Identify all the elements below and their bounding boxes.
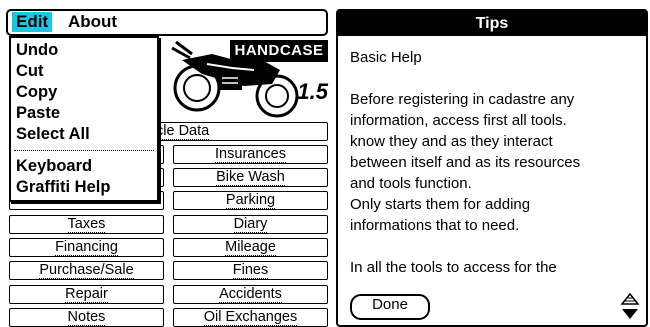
menu-item-cut[interactable]: Cut — [16, 61, 44, 82]
version-label: 1.5 — [297, 79, 328, 104]
menu-item-undo[interactable]: Undo — [16, 40, 58, 61]
dialog-title: Tips — [338, 11, 646, 36]
fines-button[interactable]: Fines — [173, 261, 328, 280]
scroll-arrows-icon[interactable] — [620, 293, 640, 321]
brand-label: HANDCASE — [230, 40, 328, 62]
tips-line: In all the tools to access for the — [350, 259, 557, 276]
menu-item-select-all[interactable]: Select All — [16, 124, 90, 145]
accidents-button[interactable]: Accidents — [173, 285, 328, 304]
tips-line: between itself and as its resources — [350, 154, 581, 171]
tips-dialog: Tips Basic Help Before registering in ca… — [336, 9, 648, 327]
parking-button[interactable]: Parking — [173, 191, 328, 210]
menu-item-copy[interactable]: Copy — [16, 82, 57, 103]
edit-dropdown-menu: Undo Cut Copy Paste Select All Keyboard … — [9, 36, 159, 202]
tips-line: informations that to need. — [350, 217, 520, 234]
done-button[interactable]: Done — [350, 294, 430, 320]
tips-line: Only starts them for adding — [350, 196, 531, 213]
tips-line: know they and as they interact — [350, 133, 553, 150]
tips-line: information, access first all tools. — [350, 112, 567, 129]
tips-heading: Basic Help — [350, 49, 422, 66]
menu-item-paste[interactable]: Paste — [16, 103, 60, 124]
menu-separator — [14, 150, 154, 151]
bike-wash-button[interactable]: Bike Wash — [173, 168, 328, 187]
taxes-button[interactable]: Taxes — [9, 215, 164, 234]
menu-item-keyboard[interactable]: Keyboard — [16, 156, 92, 177]
insurances-button[interactable]: Insurances — [173, 145, 328, 164]
menu-bar: Edit About — [6, 9, 328, 36]
tips-line: and tools function. — [350, 175, 472, 192]
menu-about[interactable]: About — [64, 12, 121, 32]
financing-button[interactable]: Financing — [9, 238, 164, 257]
purchase-sale-button[interactable]: Purchase/Sale — [9, 261, 164, 280]
repair-button[interactable]: Repair — [9, 285, 164, 304]
tips-line: Before registering in cadastre any — [350, 91, 575, 108]
oil-exchanges-button[interactable]: Oil Exchanges — [173, 308, 328, 327]
notes-button[interactable]: Notes — [9, 308, 164, 327]
tips-text: Basic Help Before registering in cadastr… — [350, 47, 640, 278]
diary-button[interactable]: Diary — [173, 215, 328, 234]
menu-edit[interactable]: Edit — [12, 12, 53, 32]
menu-item-graffiti-help[interactable]: Graffiti Help — [16, 177, 110, 198]
mileage-button[interactable]: Mileage — [173, 238, 328, 257]
